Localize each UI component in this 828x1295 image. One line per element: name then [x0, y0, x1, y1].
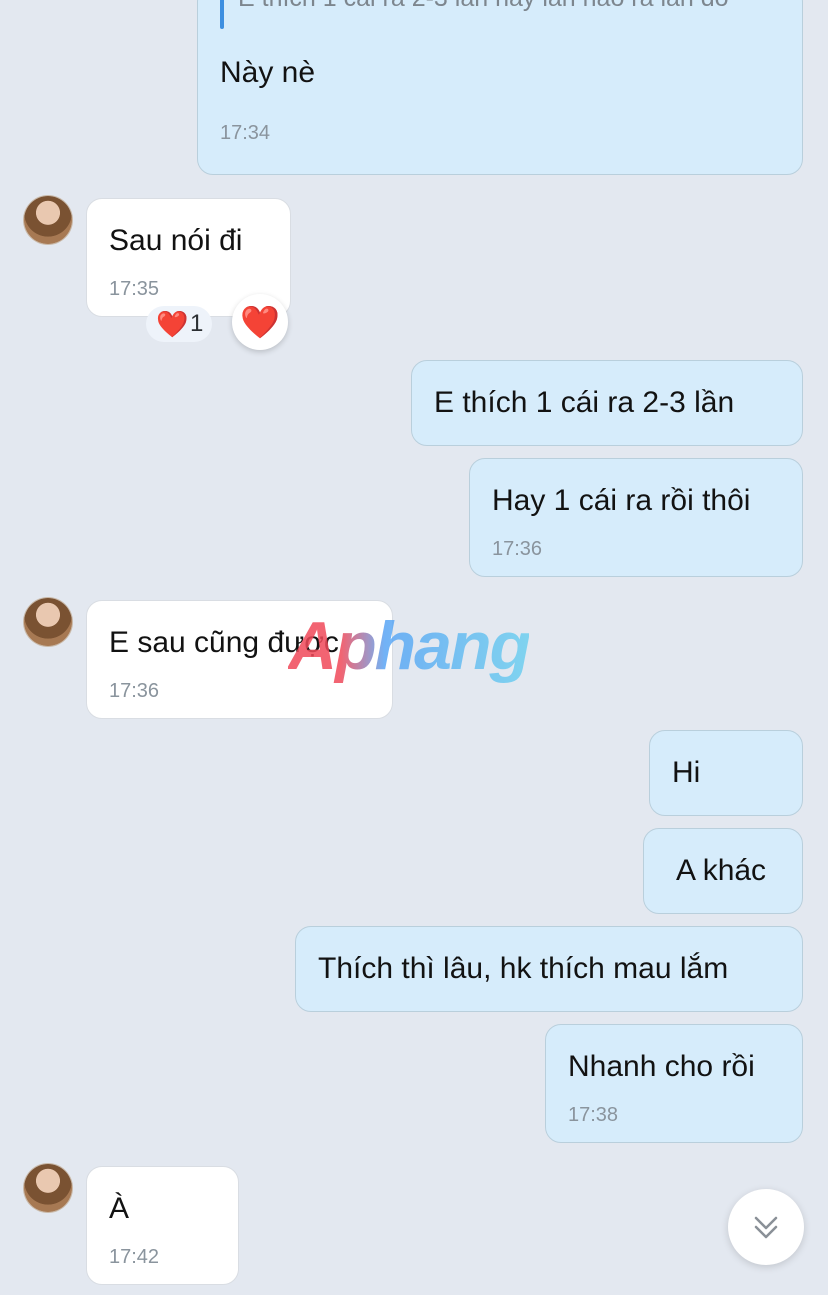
add-reaction-button[interactable]: ❤️	[232, 294, 288, 350]
message-time: 17:34	[220, 122, 271, 144]
message-text: À	[109, 1192, 130, 1225]
incoming-message[interactable]: À 17:42	[86, 1166, 239, 1285]
outgoing-message[interactable]: Thích thì lâu, hk thích mau lắm	[295, 926, 803, 1012]
reply-quote[interactable]: E thích 1 cái ra 2-3 lần hay lần nào ra …	[220, 0, 780, 29]
quote-text: E thích 1 cái ra 2-3 lần hay lần nào ra …	[238, 0, 729, 13]
heart-icon: ❤️	[240, 304, 280, 340]
message-time: 17:42	[109, 1246, 160, 1268]
message-text: A khác	[676, 854, 767, 887]
outgoing-message[interactable]: Hay 1 cái ra rồi thôi 17:36	[469, 458, 803, 577]
reaction-count: 1	[190, 310, 204, 337]
quote-bar	[220, 0, 224, 29]
contact-avatar[interactable]	[24, 1164, 72, 1212]
message-text: E thích 1 cái ra 2-3 lần	[434, 386, 735, 419]
watermark-logo: Aphang	[288, 608, 531, 684]
message-time: 17:36	[492, 538, 543, 560]
message-time: 17:35	[109, 278, 160, 300]
contact-avatar[interactable]	[24, 598, 72, 646]
outgoing-message[interactable]: A khác	[643, 828, 803, 914]
contact-avatar[interactable]	[24, 196, 72, 244]
scroll-to-bottom-button[interactable]	[728, 1189, 804, 1265]
outgoing-message[interactable]: Hi	[649, 730, 803, 816]
heart-icon: ❤️	[156, 309, 189, 339]
outgoing-message[interactable]: E thích 1 cái ra 2-3 lần hay lần nào ra …	[197, 0, 803, 175]
message-text: Hay 1 cái ra rồi thôi	[492, 484, 751, 517]
message-text: Nhanh cho rồi	[568, 1050, 755, 1083]
message-time: 17:38	[568, 1104, 619, 1126]
message-text: Này nè	[220, 56, 316, 89]
message-text: Thích thì lâu, hk thích mau lắm	[318, 952, 729, 985]
message-text: Sau nói đi	[109, 224, 243, 257]
reaction-badge[interactable]: ❤️ 1	[146, 306, 212, 342]
double-chevron-down-icon	[754, 1216, 778, 1239]
outgoing-message[interactable]: Nhanh cho rồi 17:38	[545, 1024, 803, 1143]
outgoing-message[interactable]: E thích 1 cái ra 2-3 lần	[411, 360, 803, 446]
message-time: 17:36	[109, 680, 160, 702]
message-text: Hi	[672, 756, 701, 789]
